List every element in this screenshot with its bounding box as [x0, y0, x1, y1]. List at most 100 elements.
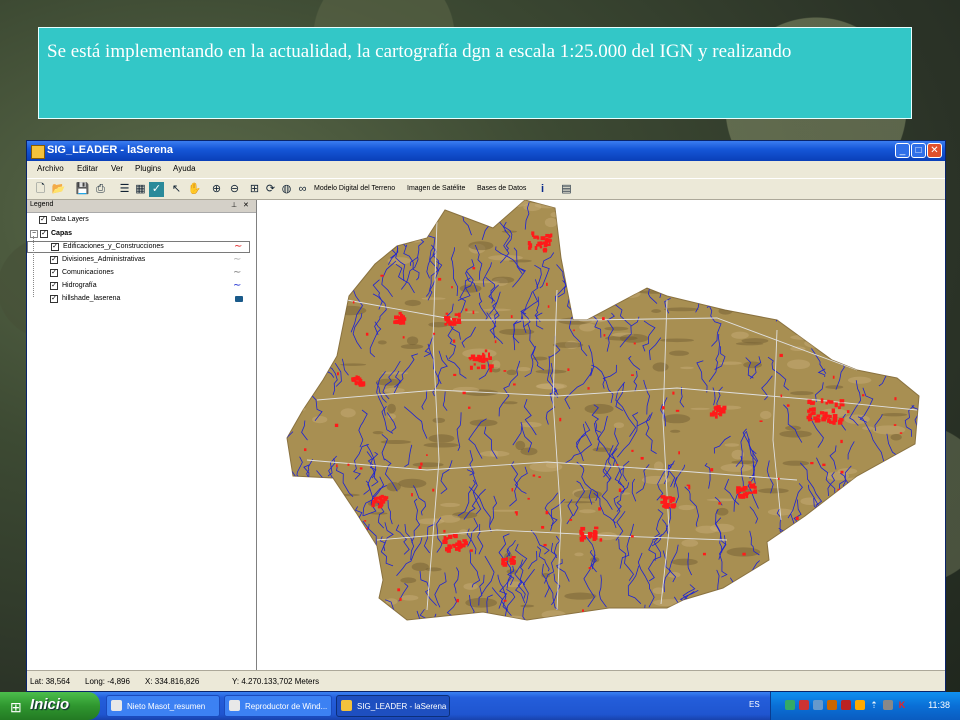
tray-shield-icon[interactable]	[827, 700, 837, 710]
info-icon[interactable]: i	[535, 182, 550, 197]
zoom-full-icon[interactable]: ▦	[133, 182, 148, 197]
hillshade-patch	[910, 465, 919, 473]
zoom-out-icon[interactable]: ⊖	[227, 182, 242, 197]
save-icon[interactable]: 💾	[75, 182, 90, 197]
building-mark	[662, 406, 665, 410]
menu-ayuda[interactable]: Ayuda	[173, 164, 196, 173]
legend-pin-icon[interactable]: ⊥	[231, 201, 237, 209]
building-mark	[462, 391, 466, 395]
close-button[interactable]: ✕	[927, 143, 942, 158]
tray-update-icon[interactable]	[813, 700, 823, 710]
building-mark	[382, 495, 386, 499]
hillshade-patch	[685, 240, 719, 249]
menu-archivo[interactable]: Archivo	[37, 164, 64, 173]
layer-row[interactable]: ✓ Hidrografía ∼	[27, 280, 256, 292]
legend-root-row[interactable]: ✓ Data Layers	[27, 214, 256, 226]
layer-checkbox[interactable]: ✓	[50, 256, 58, 264]
taskbar-item-media[interactable]: Reproductor de Wind...	[224, 695, 332, 717]
language-indicator[interactable]: ES	[749, 700, 760, 709]
hillshade-patch	[687, 253, 709, 262]
taskbar-item-word[interactable]: Nieto Masot_resumen	[106, 695, 220, 717]
river-line	[390, 610, 403, 620]
river-line	[921, 439, 931, 485]
hillshade-patch	[482, 308, 511, 312]
river-line	[357, 610, 378, 620]
building-mark	[337, 372, 339, 376]
river-line	[927, 493, 939, 518]
hillshade-patch	[377, 340, 387, 345]
menu-editar[interactable]: Editar	[77, 164, 98, 173]
layer-checkbox[interactable]: ✓	[50, 295, 58, 303]
zoom-window-icon[interactable]: ⊞	[247, 182, 262, 197]
tray-volume-icon[interactable]	[883, 700, 893, 710]
layer-row[interactable]: ✓ hillshade_laserena	[27, 293, 256, 305]
maximize-button[interactable]: □	[911, 143, 926, 158]
toolbar-database-label[interactable]: Bases de Datos	[477, 185, 526, 192]
select-arrow-icon[interactable]: ↖	[169, 182, 184, 197]
map-canvas[interactable]	[257, 199, 945, 670]
legend-close-icon[interactable]: ✕	[243, 201, 249, 209]
menu-ver[interactable]: Ver	[111, 164, 123, 173]
slide-banner: Se está implementando en la actualidad, …	[38, 27, 912, 119]
river-line	[756, 276, 769, 315]
layer-row[interactable]: ✓ Edificaciones_y_Construcciones ∼	[27, 241, 250, 253]
hillshade-patch	[781, 583, 817, 591]
tray-k-icon[interactable]: K	[897, 700, 907, 710]
layer-checkbox[interactable]: ✓	[50, 269, 58, 277]
building-mark	[504, 557, 508, 562]
river-line	[743, 272, 766, 306]
building-mark	[826, 414, 830, 418]
binoculars-icon[interactable]: ∞	[295, 182, 310, 197]
pan-hand-icon[interactable]: ✋	[187, 182, 202, 197]
building-mark	[760, 312, 763, 316]
tray-app-icon[interactable]	[841, 700, 851, 710]
building-mark	[710, 468, 714, 472]
river-line	[911, 343, 919, 386]
menu-plugins[interactable]: Plugins	[135, 164, 161, 173]
group-checkbox[interactable]: ✓	[40, 230, 48, 238]
layer-checkbox[interactable]: ✓	[50, 282, 58, 290]
river-line	[692, 254, 701, 277]
new-file-icon[interactable]: 🗋	[33, 182, 48, 197]
tray-antivirus-icon[interactable]	[799, 700, 809, 710]
building-mark	[336, 464, 338, 468]
river-line	[681, 229, 707, 267]
refresh-icon[interactable]: ⟳	[263, 182, 278, 197]
river-line	[811, 573, 822, 609]
toolbar-mdt-label[interactable]: Modelo Digital del Terreno	[314, 185, 395, 192]
building-mark	[379, 503, 383, 507]
properties-icon[interactable]: ☰	[117, 182, 132, 197]
layer-checkbox[interactable]: ✓	[51, 243, 59, 251]
root-checkbox[interactable]: ✓	[39, 216, 47, 224]
legend-group-row[interactable]: − ✓ Capas	[27, 228, 256, 240]
building-mark	[714, 415, 718, 419]
layer-row[interactable]: ✓ Comunicaciones ∼	[27, 267, 256, 279]
building-mark	[573, 329, 575, 332]
toolbar-satellite-label[interactable]: Imagen de Satélite	[407, 185, 465, 192]
hillshade-patch	[332, 592, 358, 603]
table-icon[interactable]: ▤	[559, 182, 574, 197]
select-box-icon[interactable]: ✓	[149, 182, 164, 197]
river-line	[343, 561, 356, 605]
hillshade-patch	[586, 212, 602, 215]
tray-warning-icon[interactable]	[855, 700, 865, 710]
building-mark	[473, 363, 476, 366]
minimize-button[interactable]: _	[895, 143, 910, 158]
status-lat: Lat: 38,564	[30, 677, 71, 686]
title-bar[interactable]: SIG_LEADER - laSerena _ □ ✕	[27, 141, 945, 161]
map-view[interactable]	[257, 199, 945, 670]
layer-row[interactable]: ✓ Divisiones_Administrativas ∼	[27, 254, 256, 266]
zoom-in-icon[interactable]: ⊕	[209, 182, 224, 197]
print-icon[interactable]: ⎙	[93, 182, 108, 197]
start-button[interactable]: ⊞ Inicio	[0, 692, 100, 720]
tray-usb-icon[interactable]: ⇡	[869, 700, 879, 710]
river-line	[914, 223, 919, 246]
taskbar-item-sig[interactable]: SIG_LEADER - laSerena	[336, 695, 450, 717]
hillshade-patch	[381, 242, 397, 251]
open-folder-icon[interactable]: 📂	[51, 182, 66, 197]
hillshade-patch	[844, 414, 870, 424]
tray-network-icon[interactable]	[785, 700, 795, 710]
globe-icon[interactable]: ◍	[279, 182, 294, 197]
river-line	[347, 609, 357, 620]
river-line	[838, 591, 847, 620]
